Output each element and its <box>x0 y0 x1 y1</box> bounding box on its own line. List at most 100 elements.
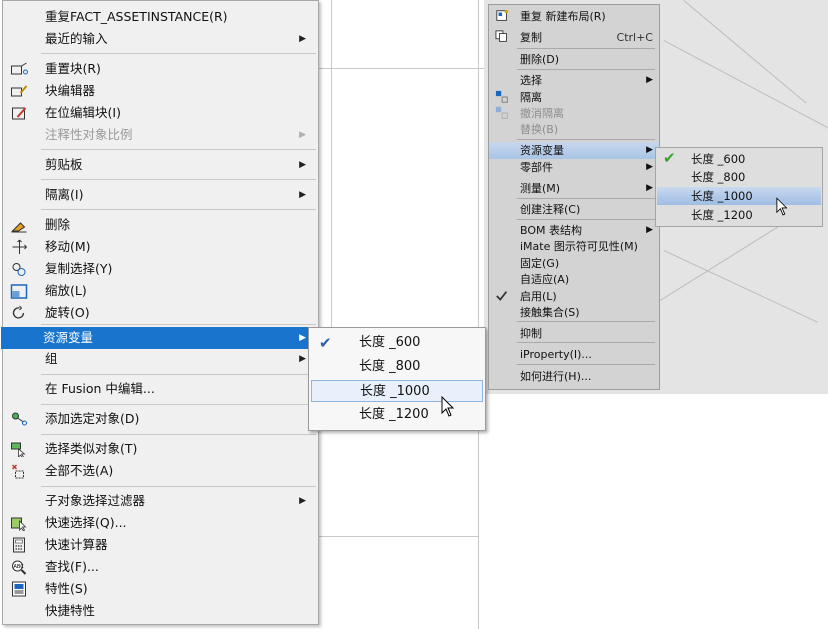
submenu-item[interactable]: ✔ 长度 _600 <box>657 149 821 168</box>
menu-separator <box>41 179 316 180</box>
menu-item[interactable]: 最近的输入 ▶ <box>3 28 318 50</box>
menu-item[interactable]: 隔离 <box>489 89 659 106</box>
menu-item-label: 固定(G) <box>520 257 560 270</box>
submenu-item[interactable]: ✔ 长度 _600 <box>311 332 483 354</box>
submenu-item[interactable]: 长度 _1200 <box>311 404 483 426</box>
menu-item-label: 撤消隔离 <box>520 107 564 120</box>
menu-item[interactable]: 删除 <box>3 214 318 236</box>
menu-separator <box>517 48 655 49</box>
menu-item[interactable]: 特性(S) <box>3 578 318 600</box>
menu-item[interactable]: 撤消隔离 <box>489 105 659 122</box>
menu-item-label: 选择 <box>520 74 542 87</box>
menu-item[interactable]: 在位编辑块(I) <box>3 102 318 124</box>
menu-item-label: 最近的输入 <box>45 31 108 46</box>
menu-item[interactable]: 快速计算器 <box>3 534 318 556</box>
rotate-icon <box>12 305 25 319</box>
submenu-item[interactable]: 长度 _1000 <box>311 380 483 402</box>
menu-item[interactable]: 固定(G) <box>489 255 659 272</box>
menu-item[interactable]: 添加选定对象(D) <box>3 408 318 430</box>
menu-item[interactable]: 隔离(I) ▶ <box>3 184 318 206</box>
menu-item-label: 选择类似对象(T) <box>45 441 138 456</box>
submenu-arrow-icon: ▶ <box>299 130 306 140</box>
menu-item-label: iMate 图示符可见性(M) <box>520 240 638 253</box>
add-selected-icon <box>12 412 27 426</box>
menu-item[interactable]: 重复FACT_ASSETINSTANCE(R) <box>3 6 318 28</box>
menu-item-label: iProperty(I)... <box>520 348 592 361</box>
menu-item[interactable]: iProperty(I)... <box>489 346 659 363</box>
menu-separator <box>517 69 655 70</box>
menu-item[interactable]: 如何进行(H)... <box>489 368 659 385</box>
undo-isolate-icon <box>495 106 508 119</box>
menu-item-label: 资源变量 <box>43 330 94 345</box>
submenu-item[interactable]: 长度 _800 <box>311 356 483 378</box>
menu-separator <box>517 321 655 322</box>
menu-item[interactable]: 重复 新建布局(R) <box>489 8 659 25</box>
menu-item-label: 抑制 <box>520 327 542 340</box>
menu-item[interactable]: 组 ▶ <box>3 348 318 370</box>
drawing-line <box>331 0 332 327</box>
menu-item[interactable]: 创建注释(C) <box>489 201 659 218</box>
drawing-line <box>319 68 484 69</box>
menu-item[interactable]: 全部不选(A) <box>3 460 318 482</box>
menu-item-label: 测量(M) <box>520 182 561 195</box>
menu-item[interactable]: 复制选择(Y) <box>3 258 318 280</box>
block-editor-icon <box>11 85 28 97</box>
copy-icon <box>495 30 507 42</box>
menu-item[interactable]: 选择类似对象(T) <box>3 438 318 460</box>
menu-item[interactable]: 快速选择(Q)... <box>3 512 318 534</box>
menu-item-label: 组 <box>45 351 58 366</box>
menu-item[interactable]: 快捷特性 <box>3 600 318 622</box>
menu-item[interactable]: 选择 ▶ <box>489 72 659 89</box>
menu-item[interactable]: 启用(L) <box>489 288 659 305</box>
menu-item-label: 复制选择(Y) <box>45 261 113 276</box>
menu-item-label: 隔离 <box>520 91 542 104</box>
menu-item[interactable]: 在 Fusion 中编辑... <box>3 378 318 400</box>
submenu-item-label: 长度 _800 <box>691 170 746 184</box>
menu-item[interactable]: 自适应(A) <box>489 271 659 288</box>
submenu-item[interactable]: 长度 _1000 <box>657 187 821 205</box>
menu-item[interactable]: BOM 表结构 ▶ <box>489 222 659 239</box>
menu-item[interactable]: 测量(M) ▶ <box>489 180 659 197</box>
submenu-item-label: 长度 _1000 <box>691 189 753 203</box>
menu-item[interactable]: 零部件 ▶ <box>489 159 659 176</box>
menu-item-label: 快速计算器 <box>45 537 108 552</box>
menu-separator <box>41 404 316 405</box>
menu-item-label: 删除(D) <box>520 53 560 66</box>
menu-item-label: 启用(L) <box>520 290 557 303</box>
menu-item-label: 旋转(O) <box>45 305 90 320</box>
menu-separator <box>517 364 655 365</box>
menu-item[interactable]: 复制 Ctrl+C <box>489 29 659 46</box>
erase-icon <box>11 222 27 233</box>
menu-item[interactable]: 子对象选择过滤器 ▶ <box>3 490 318 512</box>
submenu-item-label: 长度 _1200 <box>359 407 429 422</box>
menu-item[interactable]: 缩放(L) <box>3 280 318 302</box>
submenu-arrow-icon: ▶ <box>646 162 653 172</box>
menu-item-label: 快速选择(Q)... <box>45 515 127 530</box>
menu-item[interactable]: 剪贴板 ▶ <box>3 154 318 176</box>
calculator-icon <box>13 537 25 553</box>
edit-in-place-icon <box>12 107 27 120</box>
menu-separator <box>517 198 655 199</box>
menu-item[interactable]: iMate 图示符可见性(M) <box>489 238 659 255</box>
submenu-arrow-icon: ▶ <box>299 496 306 506</box>
menu-item-label: 全部不选(A) <box>45 463 114 478</box>
submenu-item-label: 长度 _800 <box>359 359 421 374</box>
menu-item[interactable]: ABC 查找(F)... <box>3 556 318 578</box>
menu-item-label: 零部件 <box>520 161 553 174</box>
menu-item[interactable]: 替换(B) <box>489 121 659 138</box>
menu-item-label: 接触集合(S) <box>520 306 580 319</box>
menu-item[interactable]: 资源变量 ▶ <box>489 142 659 159</box>
menu-item[interactable]: 重置块(R) <box>3 58 318 80</box>
menu-item[interactable]: 旋转(O) <box>3 302 318 324</box>
menu-item[interactable]: 移动(M) <box>3 236 318 258</box>
menu-item[interactable]: 接触集合(S) <box>489 304 659 321</box>
menu-item[interactable]: 抑制 <box>489 325 659 342</box>
menu-item[interactable]: 注释性对象比例 ▶ <box>3 124 318 146</box>
submenu-item[interactable]: 长度 _800 <box>657 168 821 186</box>
submenu-item[interactable]: 长度 _1200 <box>657 206 821 224</box>
menu-item-label: 隔离(I) <box>45 187 84 202</box>
menu-item-label: 添加选定对象(D) <box>45 411 140 426</box>
menu-item[interactable]: 删除(D) <box>489 51 659 68</box>
menu-item[interactable]: 资源变量 ▶ <box>1 327 318 349</box>
menu-item[interactable]: 块编辑器 <box>3 80 318 102</box>
